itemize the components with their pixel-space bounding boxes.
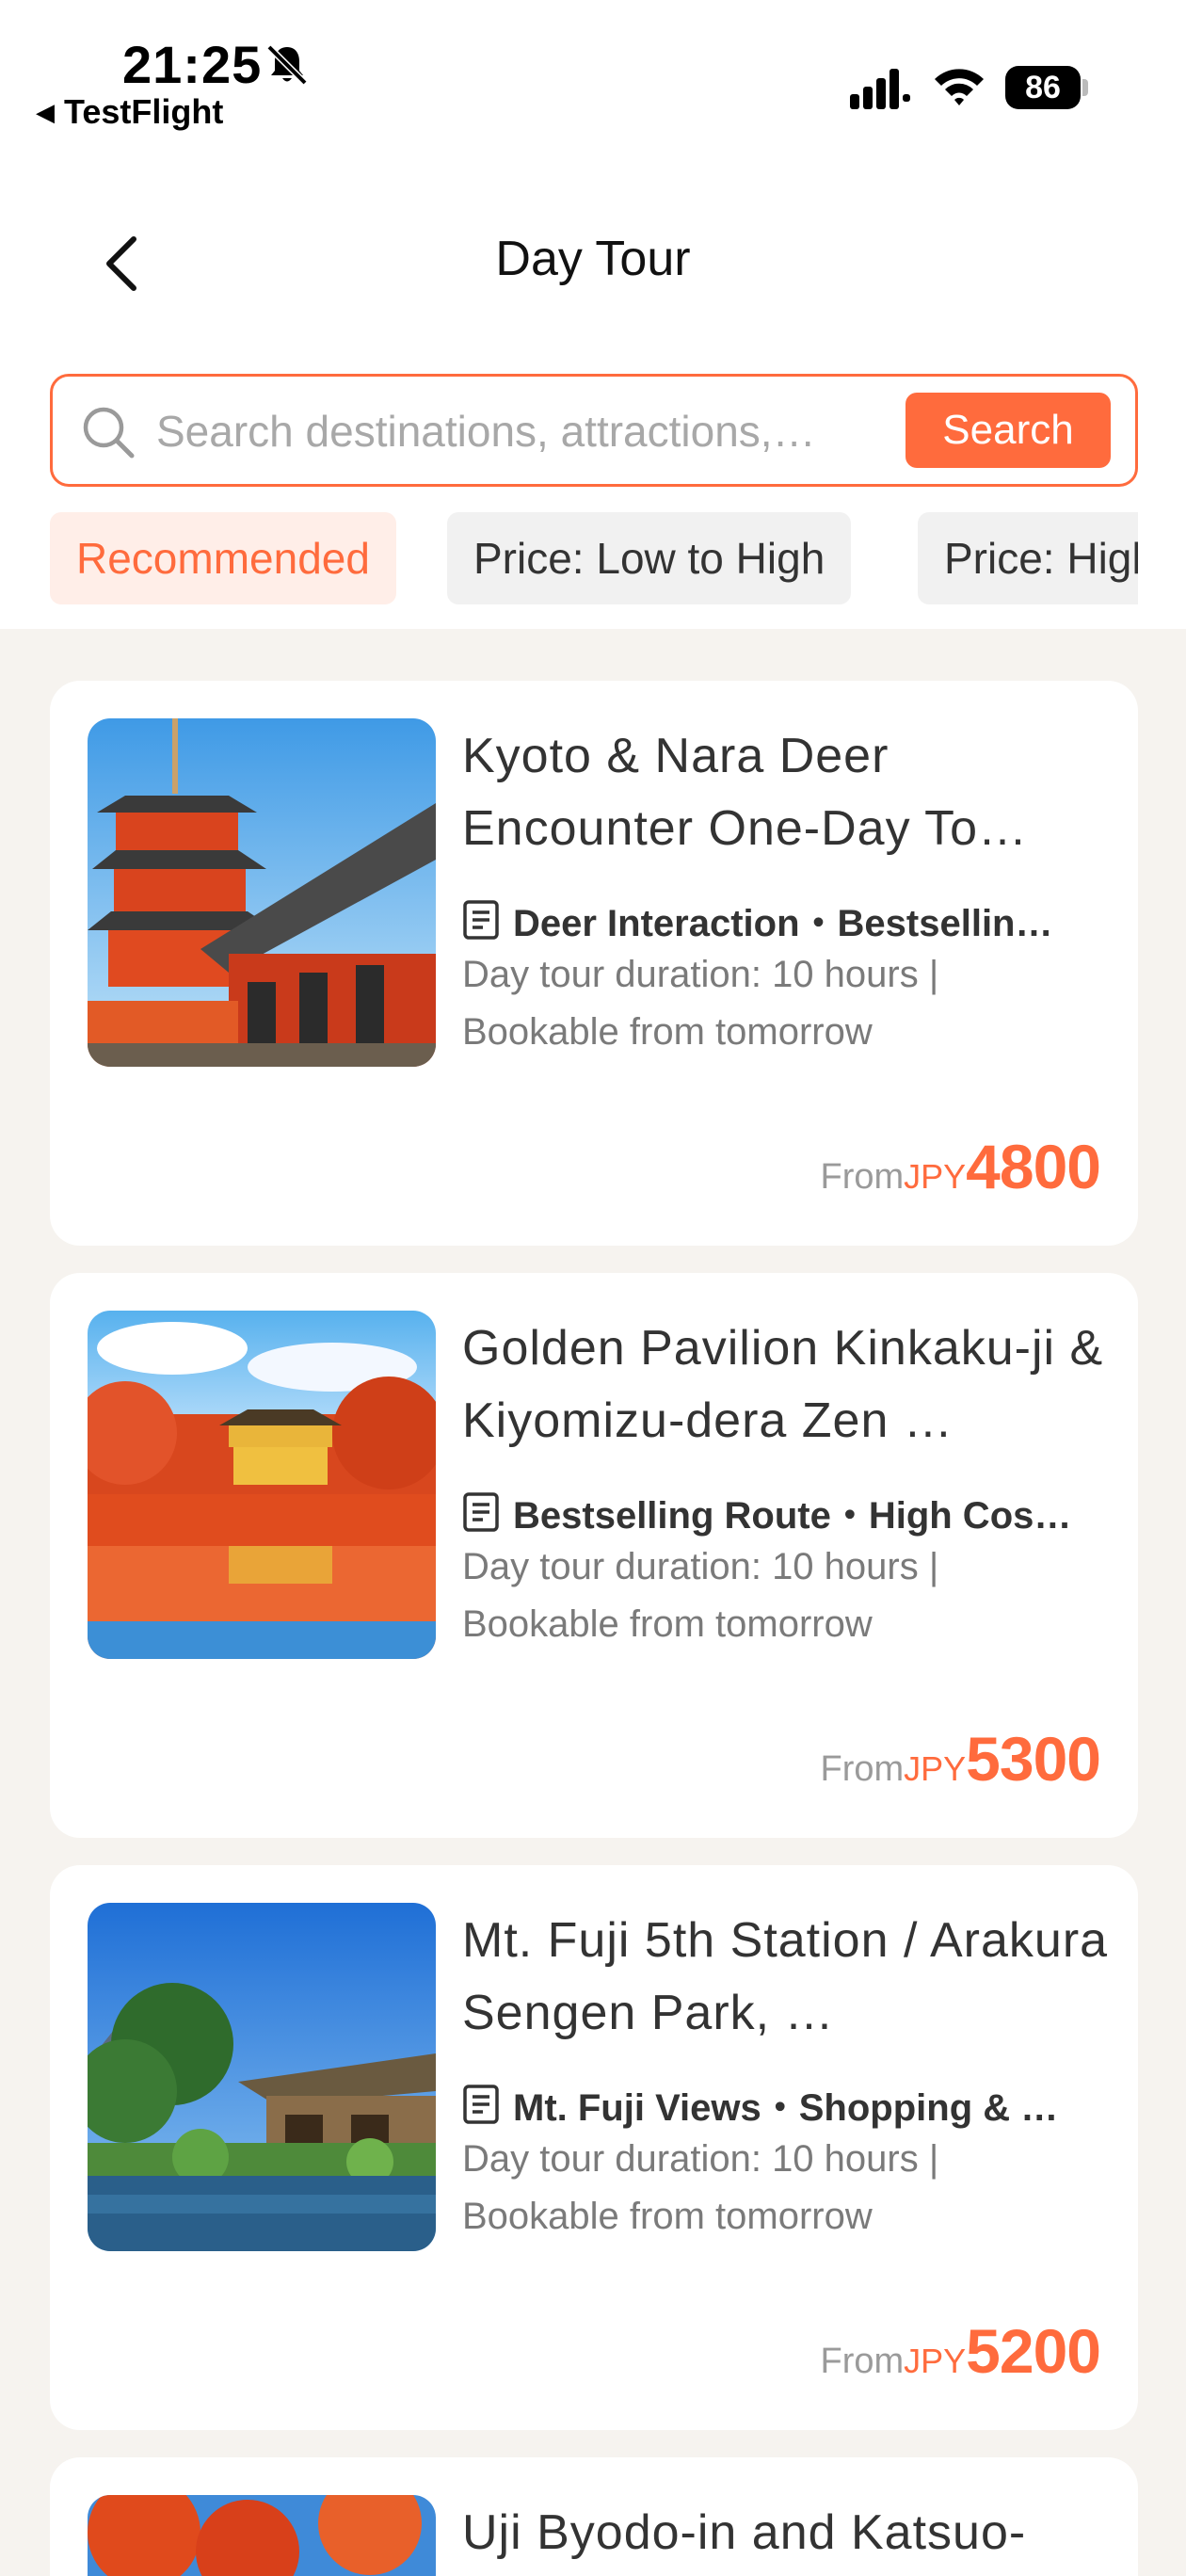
tour-title: Uji Byodo-in and Katsuo- (462, 2505, 1027, 2560)
tour-card[interactable]: Golden Pavilion Kinkaku-ji & Kiyomizu-de… (50, 1273, 1138, 1838)
search-bar: Search (50, 374, 1138, 487)
search-input[interactable] (156, 401, 947, 461)
battery-indicator: 86 (1005, 66, 1081, 109)
status-time: 21:25 (122, 35, 263, 94)
tour-card[interactable]: Mt. Fuji 5th Station / Arakura Sengen Pa… (50, 1865, 1138, 2430)
document-icon (463, 900, 499, 940)
back-triangle-icon: ◀ (36, 97, 55, 126)
tour-tags: Mt. Fuji Views・Shopping & … (513, 2087, 1059, 2129)
tour-card[interactable]: Kyoto & Nara Deer Encounter One-Day To… … (50, 681, 1138, 1246)
sort-tab-price-low-high[interactable]: Price: Low to High (447, 512, 852, 604)
document-icon (463, 2085, 499, 2124)
tour-thumbnail (88, 2495, 436, 2576)
price-amount: 4800 (966, 1132, 1101, 1201)
tour-title: Mt. Fuji 5th Station / Arakura Sengen Pa… (462, 1913, 1109, 2040)
price-prefix: From (820, 2342, 905, 2381)
page-title: Day Tour (495, 232, 691, 286)
header-area: 21:25 ◀ TestFlight 86 Day Tour Search de… (0, 0, 1186, 629)
price-currency: JPY (904, 1157, 967, 1196)
sort-tab-recommended[interactable]: Recommended (50, 512, 396, 604)
tour-tags-row: Mt. Fuji Views・Shopping & … (462, 2078, 1121, 2131)
price-prefix: From (820, 1749, 905, 1789)
tour-title: Golden Pavilion Kinkaku-ji & Kiyomizu-de… (462, 1321, 1104, 1448)
tour-thumbnail (88, 1903, 436, 2251)
tour-thumbnail (88, 1311, 436, 1659)
tour-thumbnail (88, 718, 436, 1067)
sort-tab-price-high-low[interactable]: Price: High to Low (918, 512, 1138, 604)
tour-title: Kyoto & Nara Deer Encounter One-Day To… (462, 729, 1028, 856)
tour-tags: Bestselling Route・High Cos… (513, 1495, 1072, 1537)
tour-card[interactable]: Uji Byodo-in and Katsuo- (50, 2457, 1138, 2576)
tour-description: Day tour duration: 10 hours | Bookable f… (462, 1546, 939, 1645)
tour-description: Day tour duration: 10 hours | Bookable f… (462, 954, 939, 1053)
back-to-testflight-link[interactable]: ◀ TestFlight (36, 92, 223, 132)
back-app-label: TestFlight (64, 92, 224, 131)
price-prefix: From (820, 1157, 905, 1197)
sort-tabs: Recommended Price: Low to High Price: Hi… (50, 512, 1138, 604)
tour-tags: Deer Interaction・Bestsellin… (513, 903, 1053, 944)
tour-tags-row: Deer Interaction・Bestsellin… (462, 894, 1121, 946)
bell-slash-icon (266, 44, 308, 86)
wifi-icon (935, 69, 984, 105)
price-amount: 5300 (966, 1724, 1101, 1794)
search-icon (83, 407, 135, 459)
tour-price: From JPY 4800 (820, 1131, 1101, 1202)
document-icon (463, 1492, 499, 1532)
cellular-signal-icon (850, 69, 910, 109)
search-button[interactable]: Search (906, 393, 1111, 468)
tour-price: From JPY 5200 (820, 2315, 1101, 2387)
tour-description: Day tour duration: 10 hours | Bookable f… (462, 2138, 939, 2237)
price-amount: 5200 (966, 2316, 1101, 2386)
tour-tags-row: Bestselling Route・High Cos… (462, 1486, 1121, 1538)
battery-tip (1082, 79, 1088, 96)
price-currency: JPY (904, 2342, 967, 2380)
price-currency: JPY (904, 1749, 967, 1788)
tour-price: From JPY 5300 (820, 1723, 1101, 1795)
